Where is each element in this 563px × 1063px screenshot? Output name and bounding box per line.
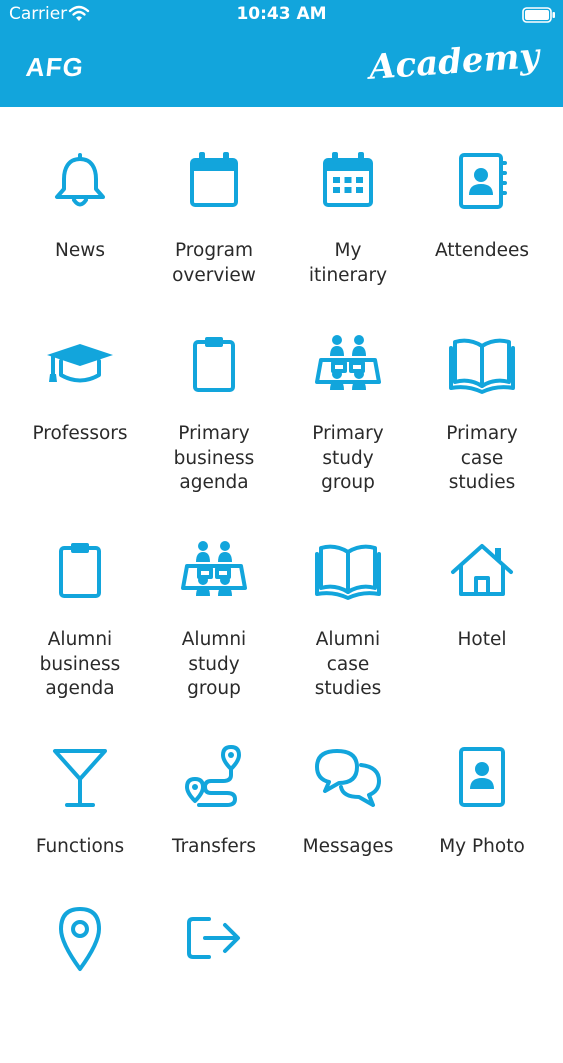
menu-item-label: Alumni business agenda <box>39 629 121 699</box>
menu-item-professors[interactable]: Professors <box>13 290 147 490</box>
study-group-icon <box>179 536 249 606</box>
chat-bubbles-icon <box>313 743 383 813</box>
map-pin-icon <box>45 903 115 973</box>
house-icon <box>447 536 517 606</box>
route-icon <box>179 743 249 813</box>
menu-item-label: Messages <box>302 836 394 857</box>
menu-item-alumni-case-studies[interactable]: Alumni case studies <box>281 496 415 699</box>
menu-item-label: My itinerary <box>308 240 388 286</box>
study-group-icon <box>313 330 383 400</box>
menu-item-label: Alumni case studies <box>314 629 382 699</box>
menu-item-alumni-business-agenda[interactable]: Alumni business agenda <box>13 496 147 699</box>
menu-item-location[interactable] <box>13 863 147 1063</box>
menu-item-label: Primary study group <box>312 423 384 493</box>
clipboard-icon <box>179 330 249 400</box>
logout-icon <box>179 903 249 973</box>
academy-logo: Academy <box>367 36 541 88</box>
menu-item-label: News <box>55 240 105 261</box>
menu-item-label: Transfers <box>171 836 257 857</box>
menu-item-primary-business-agenda[interactable]: Primary business agenda <box>147 290 281 493</box>
battery-icon <box>522 7 556 23</box>
app-header: Carrier 10:43 AM AFG Academy <box>0 0 563 107</box>
menu-item-my-photo[interactable]: My Photo <box>415 703 549 903</box>
afg-logo: AFG <box>24 52 86 82</box>
photo-id-icon <box>447 743 517 813</box>
menu-item-messages[interactable]: Messages <box>281 703 415 903</box>
open-book-icon <box>447 330 517 400</box>
menu-item-alumni-study-group[interactable]: Alumni study group <box>147 496 281 699</box>
status-time: 10:43 AM <box>236 4 327 24</box>
menu-item-news[interactable]: News <box>13 107 147 307</box>
menu-item-label: Alumni study group <box>181 629 247 699</box>
calendar-grid-icon <box>313 147 383 217</box>
menu-item-label: Professors <box>32 423 128 444</box>
menu-item-logout[interactable] <box>147 863 281 1063</box>
clipboard-icon <box>45 536 115 606</box>
graduation-cap-icon <box>45 330 115 400</box>
cocktail-glass-icon <box>45 743 115 813</box>
menu-item-my-itinerary[interactable]: My itinerary <box>281 107 415 307</box>
open-book-icon <box>313 536 383 606</box>
calendar-icon <box>179 147 249 217</box>
menu-item-primary-study-group[interactable]: Primary study group <box>281 290 415 493</box>
bell-icon <box>45 147 115 217</box>
menu-item-label: Primary case studies <box>446 423 518 493</box>
menu-item-primary-case-studies[interactable]: Primary case studies <box>415 290 549 493</box>
menu-item-attendees[interactable]: Attendees <box>415 107 549 307</box>
address-book-icon <box>447 147 517 217</box>
menu-item-label: Program overview <box>172 240 256 286</box>
status-bar: Carrier 10:43 AM <box>0 0 563 30</box>
menu-item-label: Attendees <box>434 240 530 261</box>
menu-item-program-overview[interactable]: Program overview <box>147 107 281 307</box>
menu-grid: News Program overview My itinerary Atten… <box>0 107 563 1000</box>
menu-item-label: My Photo <box>439 836 525 857</box>
menu-item-label: Hotel <box>457 629 507 650</box>
menu-item-label: Functions <box>35 836 125 857</box>
menu-item-label: Primary business agenda <box>173 423 255 493</box>
menu-item-hotel[interactable]: Hotel <box>415 496 549 696</box>
